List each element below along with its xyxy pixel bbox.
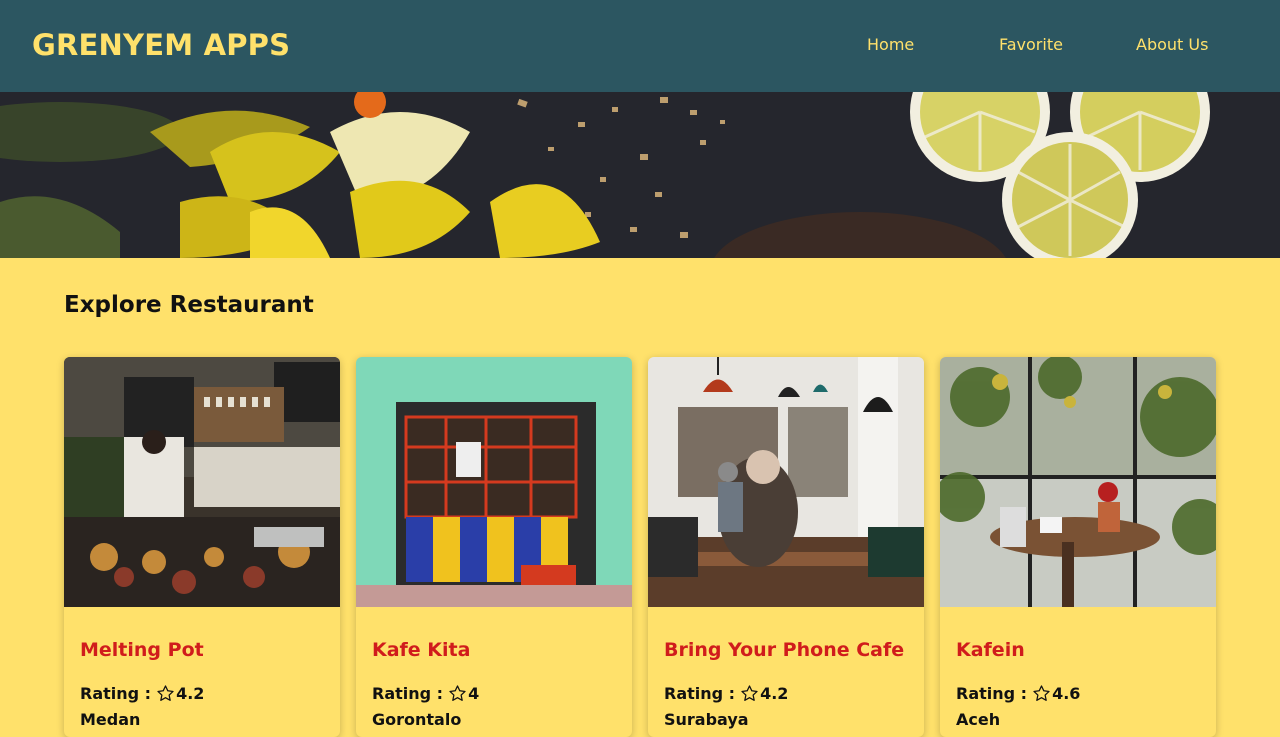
nav-home-link[interactable]: Home — [867, 35, 914, 54]
restaurant-name[interactable]: Melting Pot — [80, 639, 204, 661]
rating-label: Rating : — [80, 684, 152, 703]
restaurant-rating: Rating : 4 — [372, 684, 479, 703]
rating-value: 4.2 — [176, 684, 205, 703]
star-outline-icon — [157, 685, 174, 701]
rating-value: 4 — [468, 684, 480, 703]
nav-about-link[interactable]: About Us — [1136, 35, 1208, 54]
restaurant-rating: Rating : 4.6 — [956, 684, 1080, 703]
restaurant-image — [940, 357, 1216, 607]
restaurant-image — [648, 357, 924, 607]
nav-favorite-link[interactable]: Favorite — [999, 35, 1063, 54]
hero-food-image — [0, 92, 1280, 258]
hero-banner — [0, 92, 1280, 258]
restaurant-image — [64, 357, 340, 607]
rating-value: 4.6 — [1052, 684, 1081, 703]
restaurant-image — [356, 357, 632, 607]
restaurant-name[interactable]: Bring Your Phone Cafe — [664, 639, 904, 661]
rating-value: 4.2 — [760, 684, 789, 703]
star-outline-icon — [449, 685, 466, 701]
rating-label: Rating : — [956, 684, 1028, 703]
restaurant-rating: Rating : 4.2 — [664, 684, 788, 703]
restaurant-name[interactable]: Kafe Kita — [372, 639, 470, 661]
navbar: GRENYEM APPS Home Favorite About Us — [0, 0, 1280, 92]
rating-label: Rating : — [664, 684, 736, 703]
restaurant-card[interactable]: Kafe Kita Rating : 4 Gorontalo — [356, 357, 632, 737]
star-outline-icon — [741, 685, 758, 701]
restaurant-card[interactable]: Melting Pot Rating : 4.2 Medan — [64, 357, 340, 737]
explore-restaurant-title: Explore Restaurant — [64, 292, 314, 318]
restaurant-card[interactable]: Kafein Rating : 4.6 Aceh — [940, 357, 1216, 737]
star-outline-icon — [1033, 685, 1050, 701]
restaurant-card[interactable]: Bring Your Phone Cafe Rating : 4.2 Surab… — [648, 357, 924, 737]
restaurant-rating: Rating : 4.2 — [80, 684, 204, 703]
rating-label: Rating : — [372, 684, 444, 703]
restaurant-name[interactable]: Kafein — [956, 639, 1025, 661]
brand-logo-text[interactable]: GRENYEM APPS — [32, 28, 290, 62]
